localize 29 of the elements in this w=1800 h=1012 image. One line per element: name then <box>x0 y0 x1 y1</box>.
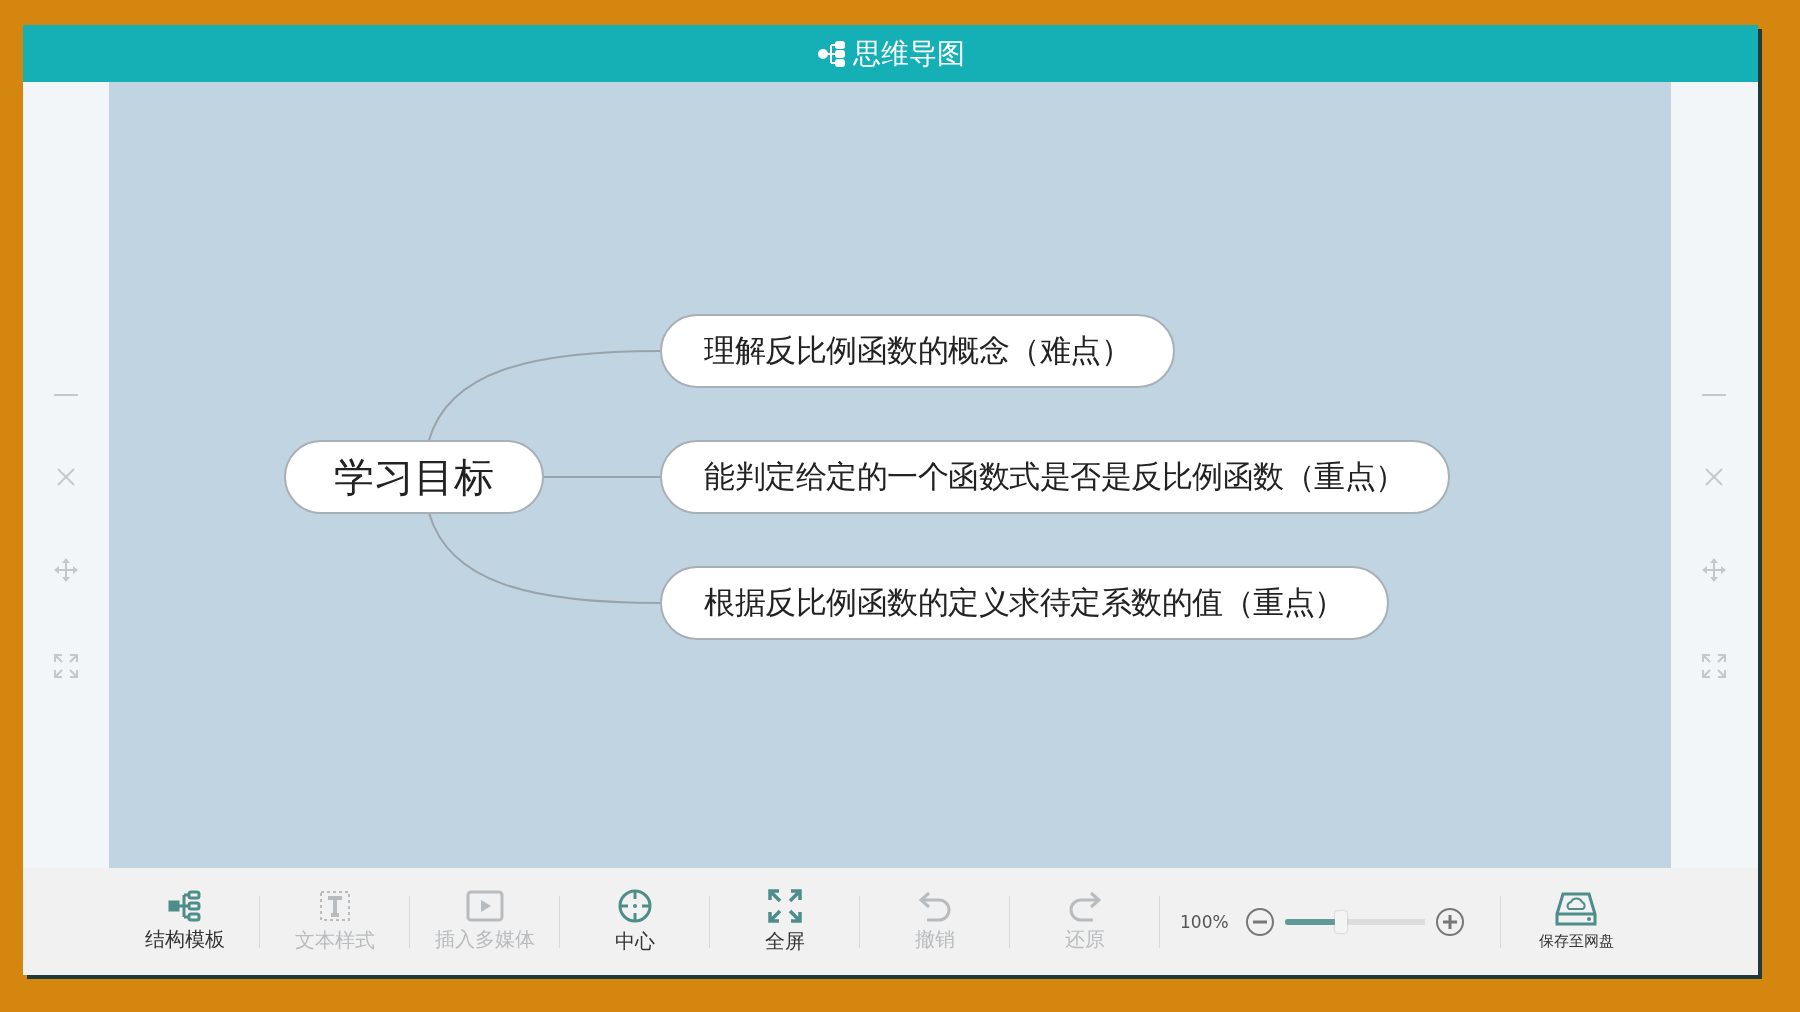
close-icon[interactable] <box>56 467 76 487</box>
fullscreen-icon[interactable] <box>53 653 79 679</box>
toolbar-button[interactable]: 结构模板 <box>110 890 259 953</box>
text-style-icon <box>317 889 352 923</box>
toolbar-button[interactable]: 中心 <box>560 888 709 955</box>
minimize-icon[interactable] <box>54 393 78 397</box>
fullscreen-icon[interactable] <box>1701 653 1727 679</box>
zoom-in-icon[interactable] <box>1434 906 1465 937</box>
cloud-drive-icon <box>1555 892 1597 928</box>
toolbar-button[interactable]: 全屏 <box>710 888 859 955</box>
root-node[interactable]: 学习目标 <box>284 440 544 514</box>
minimize-icon[interactable] <box>1702 393 1726 397</box>
branch-node[interactable]: 理解反比例函数的概念（难点） <box>660 314 1175 388</box>
fullscreen-icon <box>766 888 803 924</box>
zoom-out-icon[interactable] <box>1244 906 1275 937</box>
branch-node[interactable]: 根据反比例函数的定义求待定系数的值（重点） <box>660 566 1389 640</box>
undo-icon <box>916 890 953 922</box>
zoom-percent: 100% <box>1180 911 1229 932</box>
crosshair-icon <box>616 888 653 924</box>
structure-icon <box>167 890 202 922</box>
move-icon[interactable] <box>53 557 79 583</box>
mindmap-icon <box>816 39 847 68</box>
close-icon[interactable] <box>1704 467 1724 487</box>
move-icon[interactable] <box>1701 557 1727 583</box>
play-icon <box>465 890 504 922</box>
slider-thumb[interactable] <box>1334 910 1347 933</box>
save-button[interactable]: 保存至网盘 <box>1501 892 1651 951</box>
branch-node[interactable]: 能判定给定的一个函数式是否是反比例函数（重点） <box>660 440 1450 514</box>
window-title: 思维导图 <box>852 35 965 72</box>
